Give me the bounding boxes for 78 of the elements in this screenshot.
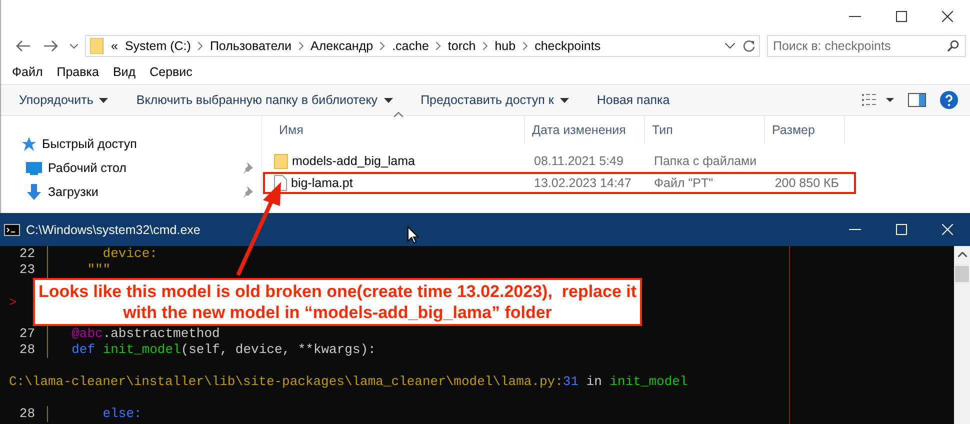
traceback-line: C:\lama-cleaner\installer\lib\site-packages\lama_cleaner\model\lama.py:31 in init_model <box>8 374 688 390</box>
sidebar-item[interactable]: Загрузки <box>1 182 261 202</box>
address-overflow[interactable]: « <box>111 39 118 53</box>
caret-icon[interactable] <box>560 98 569 102</box>
folder-icon <box>90 38 104 54</box>
caret-icon[interactable] <box>99 98 108 102</box>
breadcrumb[interactable]: checkpoints <box>534 39 601 53</box>
menu-item[interactable]: Вид <box>106 65 143 79</box>
console-icon <box>4 224 20 236</box>
chevron-down-icon[interactable] <box>70 44 78 48</box>
annotation-callout: Looks like this model is old broken one(create time 13.02.2023), replace it with the new model in “models-add_big_lama” folder <box>33 278 642 326</box>
size-cell-text: 200 850 КБ <box>774 176 840 190</box>
breadcrumb[interactable]: hub <box>494 39 516 53</box>
error-marker: > <box>8 294 17 310</box>
pin-icon[interactable] <box>241 162 253 174</box>
chevron-icon <box>298 42 304 50</box>
scroll-up-icon[interactable] <box>958 252 966 256</box>
column-header[interactable]: Размер <box>765 116 845 144</box>
star-icon <box>20 136 36 152</box>
chevron-icon <box>482 42 488 50</box>
code-line: """ <box>86 262 111 278</box>
file-name: models-add_big_lama <box>292 154 415 168</box>
chevron-icon <box>436 42 441 50</box>
column-header[interactable]: Имя <box>272 116 525 144</box>
code-line: def init_model(self, device, **kwargs): <box>70 342 376 358</box>
search-field[interactable]: Поиск в: checkpoints <box>767 35 966 57</box>
date-cell-text: 08.11.2021 5:49 <box>533 154 624 168</box>
column-header[interactable]: Тип <box>645 116 765 144</box>
date-cell-text: 13.02.2023 14:47 <box>533 176 632 190</box>
forward-arrow-icon[interactable] <box>44 40 58 52</box>
type-cell-text: Файл "PT" <box>653 176 714 190</box>
code-line: device: <box>102 246 158 262</box>
toolbar-button[interactable]: Упорядочить <box>11 87 116 113</box>
folder-icon <box>274 154 288 168</box>
close-icon[interactable] <box>942 10 952 22</box>
breadcrumb[interactable]: torch <box>448 39 476 53</box>
menu-item[interactable]: Правка <box>50 65 106 79</box>
breadcrumb[interactable]: Пользователи <box>210 39 292 53</box>
dropdown-icon[interactable] <box>725 43 735 49</box>
sidebar-item[interactable]: Быстрый доступ <box>1 134 261 154</box>
sidebar-item[interactable]: Рабочий стол <box>1 158 261 178</box>
back-arrow-icon[interactable] <box>16 40 30 52</box>
chevron-icon <box>198 42 203 50</box>
menu-item[interactable]: Файл <box>5 65 50 79</box>
breadcrumb[interactable]: System (C:) <box>124 39 191 53</box>
pin-icon[interactable] <box>241 186 253 198</box>
chevron-icon <box>380 42 386 50</box>
file-row[interactable]: models-add_big_lama 08.11.2021 5:49 Папка с файлами <box>263 150 856 172</box>
toolbar-button[interactable]: Включить выбранную папку в библиотеку <box>128 87 401 113</box>
line-number: 22 <box>0 246 48 262</box>
menu-item[interactable]: Сервис <box>142 65 200 79</box>
scrollbar-thumb[interactable] <box>955 266 969 282</box>
refresh-icon[interactable] <box>742 39 756 53</box>
code-line: @abc.abstractmethod <box>70 326 220 342</box>
window-title: C:\Windows\system32\cmd.exe <box>26 222 200 236</box>
preview-pane-icon[interactable] <box>908 93 926 107</box>
line-number: 28 <box>0 342 48 358</box>
search-icon[interactable] <box>947 40 959 52</box>
code-line: else: <box>102 406 142 422</box>
view-options-icon[interactable] <box>862 94 894 106</box>
monitor-icon <box>26 161 42 175</box>
scrollbar[interactable] <box>954 246 970 424</box>
breadcrumb[interactable]: Александр <box>310 39 374 53</box>
column-header[interactable]: Дата изменения <box>525 116 645 144</box>
chevron-icon <box>522 42 528 50</box>
type-cell-text: Папка с файлами <box>653 154 758 168</box>
toolbar-button[interactable]: Предоставить доступ к <box>412 87 577 113</box>
mouse-cursor-icon <box>407 226 419 244</box>
maximize-icon[interactable] <box>896 10 906 22</box>
toolbar-button[interactable]: Новая папка <box>588 87 678 113</box>
line-number: 28 <box>0 406 48 422</box>
caret-icon[interactable] <box>384 98 393 102</box>
address-bar[interactable]: « System (C:) Пользователи Александр .cache torch hub checkpoints <box>85 35 760 57</box>
help-icon[interactable] <box>940 91 958 109</box>
highlighted-file-row[interactable]: big-lama.pt 13.02.2023 14:47 Файл "PT" 200 850 КБ <box>263 172 856 194</box>
download-icon <box>26 184 42 200</box>
breadcrumb[interactable]: .cache <box>392 39 429 53</box>
file-name: big-lama.pt <box>291 176 353 190</box>
